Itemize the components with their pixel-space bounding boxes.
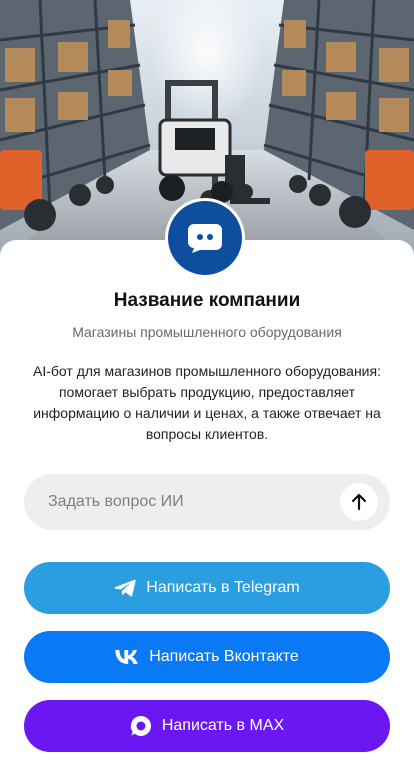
telegram-button[interactable]: Написать в Telegram	[24, 562, 390, 614]
vk-icon	[115, 650, 139, 664]
company-subtitle: Магазины промышленного оборудования	[72, 324, 342, 340]
max-button-label: Написать в MAX	[161, 717, 285, 734]
company-avatar	[165, 198, 245, 278]
telegram-icon	[114, 579, 136, 597]
chat-bubble-icon	[188, 224, 222, 253]
company-name: Название компании	[113, 290, 301, 311]
telegram-button-label: Написать в Telegram	[146, 579, 300, 596]
vk-button[interactable]: Написать Вконтакте	[24, 631, 390, 683]
avatar-circle	[168, 201, 242, 275]
company-description: AI-бот для магазинов промышленного обору…	[33, 363, 381, 442]
ask-ai-box	[24, 474, 390, 530]
send-button[interactable]	[340, 483, 378, 521]
max-button[interactable]: Написать в MAX	[24, 700, 390, 752]
ask-ai-input[interactable]	[48, 474, 348, 530]
max-icon	[130, 715, 152, 737]
arrow-up-icon	[351, 493, 367, 511]
vk-button-label: Написать Вконтакте	[149, 648, 299, 665]
